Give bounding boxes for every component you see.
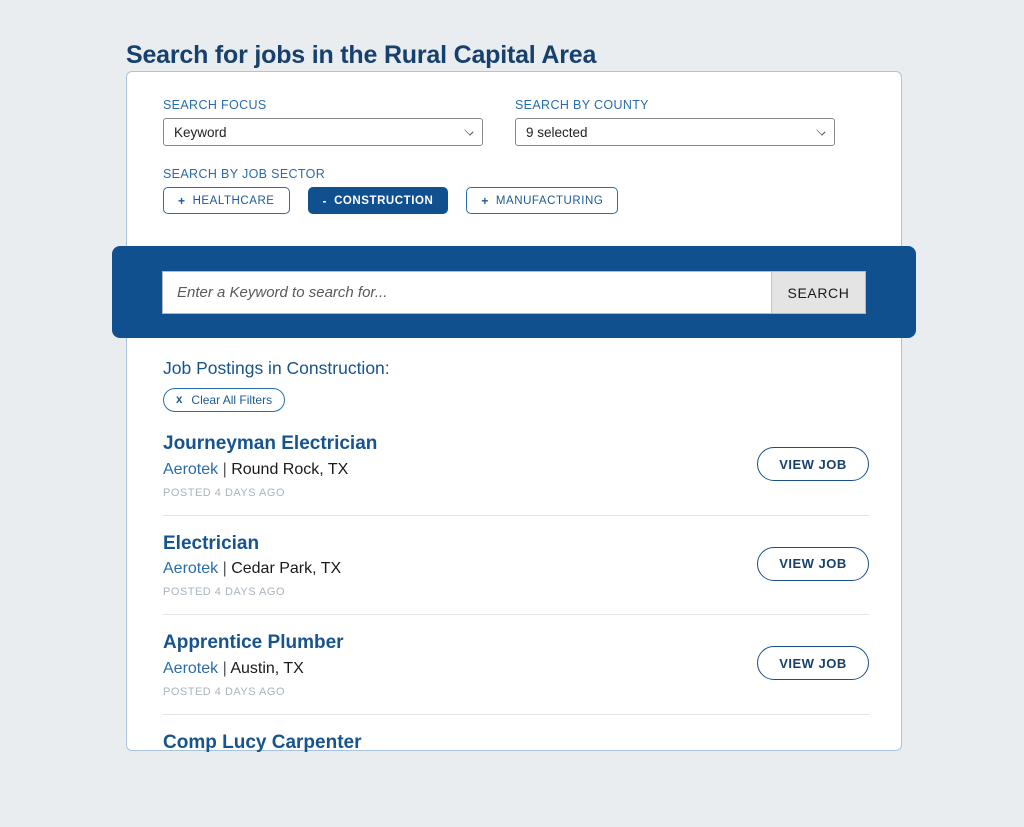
clear-all-filters-label: Clear All Filters	[191, 393, 273, 407]
job-info: Electrician Aerotek | Cedar Park, TX POS…	[163, 533, 341, 599]
search-focus-select[interactable]: Keyword	[163, 118, 483, 146]
job-posted: POSTED 4 DAYS AGO	[163, 685, 285, 698]
clear-all-filters-button[interactable]: x Clear All Filters	[163, 388, 286, 412]
table-row: Apprentice Plumber Aerotek | Austin, TX …	[163, 632, 869, 715]
chevron-down-icon	[816, 126, 826, 136]
search-card: SEARCH FOCUS Keyword SEARCH BY COUNTY 9 …	[126, 71, 902, 753]
job-meta: Aerotek | Round Rock, TX	[163, 460, 377, 481]
search-input[interactable]	[163, 272, 771, 313]
job-sector-section: SEARCH BY JOB SECTOR + HEALTHCARE - CONS…	[163, 167, 869, 214]
filter-field-row: SEARCH FOCUS Keyword SEARCH BY COUNTY 9 …	[163, 98, 869, 146]
job-company[interactable]: Aerotek	[163, 660, 218, 677]
search-county-select[interactable]: 9 selected	[515, 118, 835, 146]
job-company[interactable]: Aerotek	[163, 560, 218, 577]
job-location: Cedar Park, TX	[231, 560, 342, 578]
page-title: Search for jobs in the Rural Capital Are…	[126, 40, 597, 69]
job-separator: |	[222, 460, 227, 478]
job-title[interactable]: Electrician	[163, 533, 341, 556]
view-job-button[interactable]: VIEW JOB	[757, 447, 869, 481]
search-focus-field: SEARCH FOCUS Keyword	[163, 98, 483, 146]
results-heading: Job Postings in Construction:	[163, 358, 390, 378]
job-title[interactable]: Comp Lucy Carpenter	[163, 732, 361, 755]
close-icon: x	[176, 394, 183, 406]
job-meta: Aerotek | Cedar Park, TX	[163, 559, 341, 580]
sector-button-label: MANUFACTURING	[495, 194, 604, 207]
table-row: Journeyman Electrician Aerotek | Round R…	[163, 433, 869, 516]
search-county-label: SEARCH BY COUNTY	[515, 98, 649, 112]
job-title[interactable]: Apprentice Plumber	[163, 632, 344, 655]
job-info: Journeyman Electrician Aerotek | Round R…	[163, 433, 377, 499]
job-sector-buttons: + HEALTHCARE - CONSTRUCTION + MANUFACTUR…	[163, 187, 869, 214]
search-bar: SEARCH	[162, 271, 866, 314]
job-meta: Aerotek | Austin, TX	[163, 659, 344, 680]
filters-section: SEARCH FOCUS Keyword SEARCH BY COUNTY 9 …	[163, 98, 869, 214]
plus-icon: +	[481, 193, 489, 208]
sector-button-construction[interactable]: - CONSTRUCTION	[307, 187, 449, 214]
job-posted: POSTED 4 DAYS AGO	[163, 586, 285, 599]
job-title[interactable]: Journeyman Electrician	[163, 433, 377, 456]
sector-button-healthcare[interactable]: + HEALTHCARE	[163, 187, 290, 214]
view-job-button[interactable]: VIEW JOB	[757, 646, 869, 681]
job-separator: |	[222, 659, 227, 677]
job-separator: |	[222, 560, 227, 578]
search-button[interactable]: SEARCH	[771, 272, 865, 313]
job-sector-label: SEARCH BY JOB SECTOR	[163, 167, 326, 181]
search-county-value: 9 selected	[526, 124, 588, 140]
job-posted: POSTED 4 DAYS AGO	[163, 486, 285, 499]
search-focus-value: Keyword	[174, 124, 227, 140]
table-row: Electrician Aerotek | Cedar Park, TX POS…	[163, 533, 869, 616]
table-row: Comp Lucy Carpenter	[163, 732, 869, 810]
job-info: Apprentice Plumber Aerotek | Austin, TX …	[163, 632, 344, 698]
search-banner: SEARCH	[112, 246, 916, 338]
results-section: Job Postings in Construction: x Clear Al…	[163, 358, 869, 827]
chevron-down-icon	[464, 126, 474, 136]
minus-icon: -	[322, 193, 328, 208]
job-location: Austin, TX	[230, 659, 304, 677]
job-company[interactable]: Aerotek	[163, 461, 218, 478]
job-location: Round Rock, TX	[231, 460, 349, 478]
search-focus-label: SEARCH FOCUS	[163, 98, 267, 112]
job-list: Journeyman Electrician Aerotek | Round R…	[163, 433, 869, 810]
sector-button-manufacturing[interactable]: + MANUFACTURING	[466, 187, 619, 214]
sector-button-label: HEALTHCARE	[192, 194, 275, 207]
view-job-button[interactable]: VIEW JOB	[757, 546, 869, 581]
sector-button-label: CONSTRUCTION	[334, 194, 434, 207]
job-info: Comp Lucy Carpenter	[163, 732, 361, 759]
search-county-field: SEARCH BY COUNTY 9 selected	[515, 98, 835, 146]
plus-icon: +	[178, 193, 186, 208]
